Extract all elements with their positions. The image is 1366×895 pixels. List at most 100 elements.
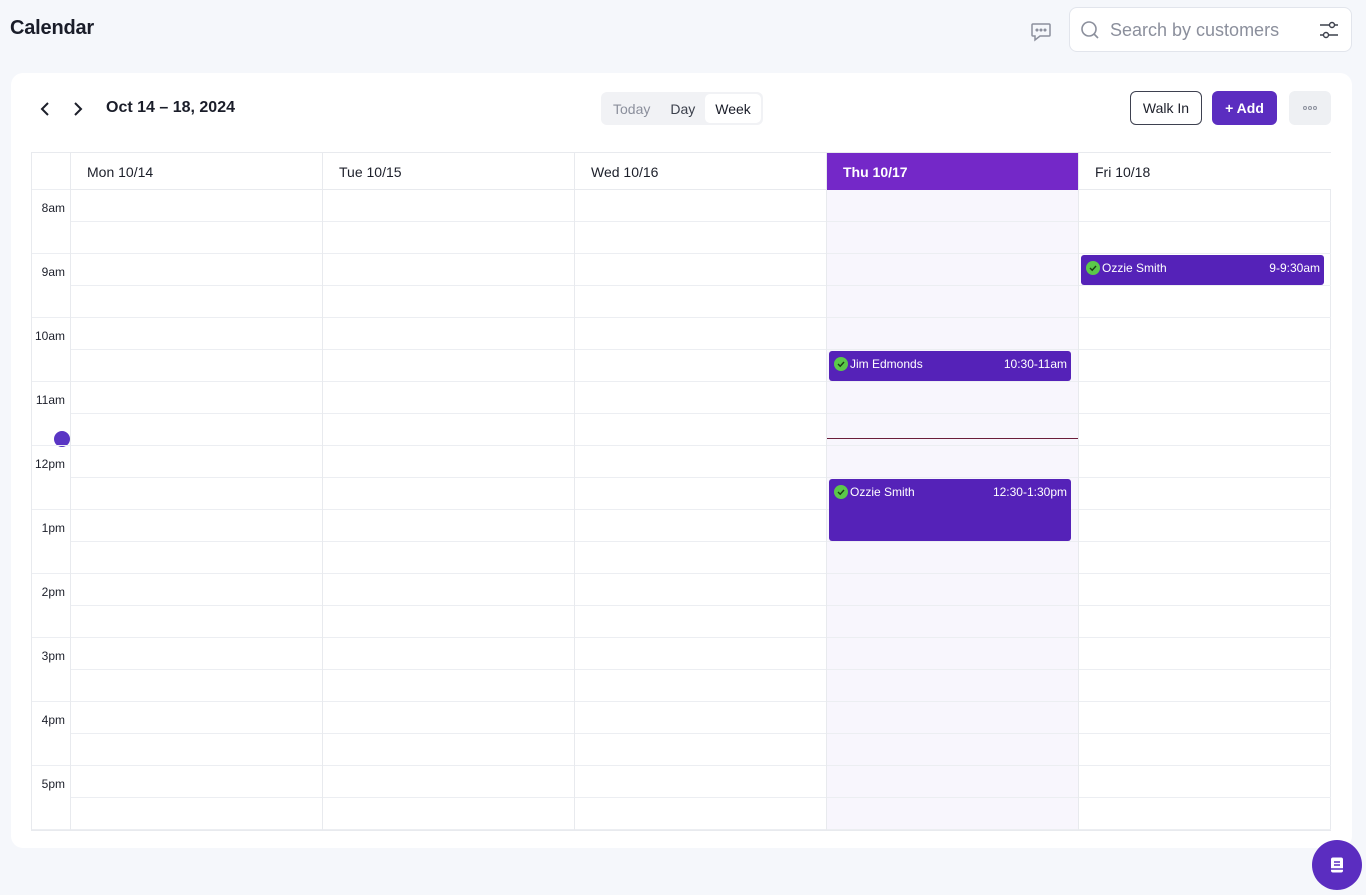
event-customer-name: Ozzie Smith <box>1102 261 1167 275</box>
today-button[interactable]: Today <box>603 94 660 123</box>
gutter-hour-line <box>32 509 70 510</box>
day-column[interactable]: Fri 10/18 Ozzie Smith 9-9:30am <box>1079 153 1331 830</box>
more-options-button[interactable] <box>1289 91 1331 125</box>
current-time-line <box>827 438 1078 439</box>
slot-line <box>323 413 574 414</box>
slot-line <box>827 701 1078 702</box>
slot-line <box>1079 477 1331 478</box>
event-time: 12:30-1:30pm <box>992 485 1067 499</box>
check-circle-icon <box>834 357 848 371</box>
slot-line <box>827 733 1078 734</box>
slot-line <box>827 797 1078 798</box>
slot-line <box>1079 637 1331 638</box>
slot-line <box>1079 541 1331 542</box>
time-label: 1pm <box>41 521 65 535</box>
slot-line <box>575 477 826 478</box>
slot-line <box>71 253 322 254</box>
slot-line <box>827 477 1078 478</box>
calendar-card: Oct 14 – 18, 2024 Today Day Week Walk In… <box>11 73 1352 848</box>
slot-line <box>71 733 322 734</box>
slot-line <box>71 669 322 670</box>
slot-line <box>71 829 322 830</box>
appointment-event[interactable]: Ozzie Smith 12:30-1:30pm <box>829 479 1071 541</box>
slot-line <box>575 669 826 670</box>
slot-line <box>323 797 574 798</box>
slot-line <box>71 349 322 350</box>
slot-line <box>71 765 322 766</box>
day-column[interactable]: Wed 10/16 <box>575 153 827 830</box>
slot-line <box>575 349 826 350</box>
day-header: Mon 10/14 <box>71 153 322 190</box>
slot-line <box>323 829 574 830</box>
slot-line <box>1079 349 1331 350</box>
slot-line <box>827 605 1078 606</box>
slot-line <box>575 637 826 638</box>
slot-line <box>827 221 1078 222</box>
time-label: 12pm <box>34 457 65 471</box>
chevron-right-icon <box>74 102 83 116</box>
gutter-header-line <box>32 189 70 190</box>
time-label: 11am <box>35 393 65 407</box>
chat-bubble-icon[interactable] <box>1028 18 1054 44</box>
slot-line <box>323 509 574 510</box>
slot-line <box>575 733 826 734</box>
walk-in-button[interactable]: Walk In <box>1130 91 1202 125</box>
slot-line <box>1079 413 1331 414</box>
add-button[interactable]: + Add <box>1212 91 1277 125</box>
day-column[interactable]: Thu 10/17 Jim Edmonds 10:30-11am Ozzie Smit… <box>827 153 1079 830</box>
slot-line <box>827 541 1078 542</box>
next-week-button[interactable] <box>67 99 87 119</box>
slot-line <box>827 253 1078 254</box>
slot-line <box>71 797 322 798</box>
slot-line <box>1079 317 1331 318</box>
sliders-icon[interactable] <box>1318 19 1340 41</box>
slot-line <box>827 413 1078 414</box>
slot-line <box>71 413 322 414</box>
time-label: 9am <box>41 265 65 279</box>
previous-week-button[interactable] <box>36 99 56 119</box>
day-header: Tue 10/15 <box>323 153 574 190</box>
day-view-tab[interactable]: Day <box>660 94 705 123</box>
gutter-hour-line <box>32 445 70 446</box>
slot-line <box>575 605 826 606</box>
time-label: 3pm <box>41 649 65 663</box>
gutter-hour-line <box>32 637 70 638</box>
slot-line <box>575 509 826 510</box>
check-circle-icon <box>1086 261 1100 275</box>
slot-line <box>827 765 1078 766</box>
day-header: Fri 10/18 <box>1079 153 1331 190</box>
slot-line <box>827 349 1078 350</box>
slot-line <box>1079 285 1331 286</box>
week-grid: 8am 9am 10am 11am 12pm 1pm 2pm 3pm 4pm 5pm Mon 10… <box>31 152 1331 831</box>
slot-line <box>323 381 574 382</box>
notebook-icon <box>1331 857 1343 873</box>
gutter-hour-line <box>32 829 70 830</box>
notes-button[interactable] <box>1312 840 1362 890</box>
slot-line <box>323 541 574 542</box>
slot-line <box>827 285 1078 286</box>
slot-line <box>71 445 322 446</box>
more-dots-icon <box>1303 106 1317 110</box>
slot-line <box>323 221 574 222</box>
day-column[interactable]: Mon 10/14 <box>71 153 323 830</box>
appointment-event[interactable]: Jim Edmonds 10:30-11am <box>829 351 1071 381</box>
slot-line <box>71 573 322 574</box>
slot-line <box>71 317 322 318</box>
slot-line <box>575 797 826 798</box>
week-view-tab[interactable]: Week <box>705 94 761 123</box>
page-title: Calendar <box>10 17 94 39</box>
time-label: 8am <box>41 201 65 215</box>
slot-line <box>323 765 574 766</box>
appointment-event[interactable]: Ozzie Smith 9-9:30am <box>1081 255 1324 285</box>
event-time: 9-9:30am <box>1269 261 1320 275</box>
slot-line <box>323 669 574 670</box>
slot-line <box>827 637 1078 638</box>
slot-line <box>1079 765 1331 766</box>
gutter-hour-line <box>32 253 70 254</box>
slot-line <box>323 701 574 702</box>
day-header: Thu 10/17 <box>827 153 1078 190</box>
day-column[interactable]: Tue 10/15 <box>323 153 575 830</box>
slot-line <box>1079 669 1331 670</box>
search-input[interactable] <box>1110 17 1310 43</box>
slot-line <box>323 285 574 286</box>
